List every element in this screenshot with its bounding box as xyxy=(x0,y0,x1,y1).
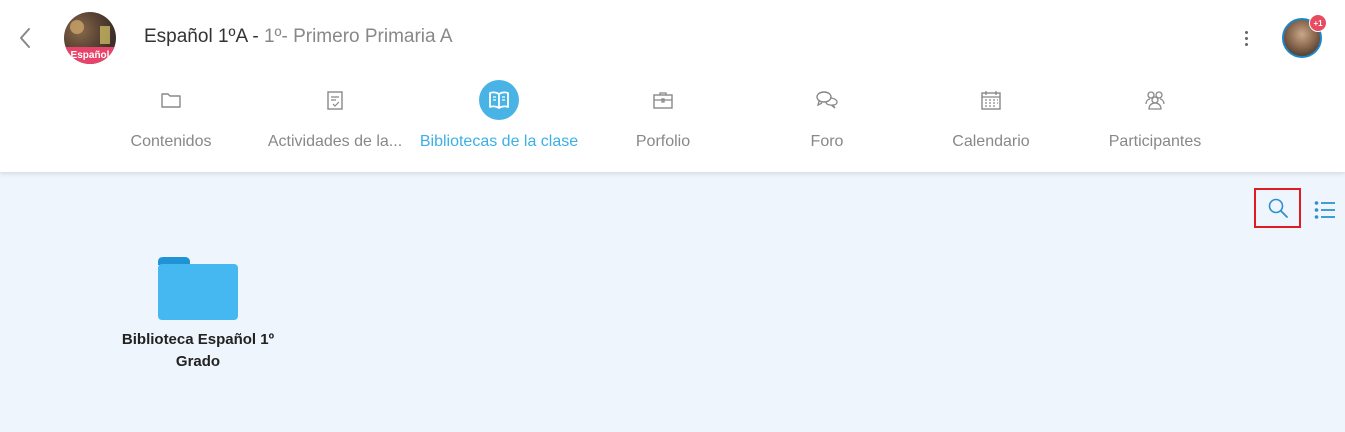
notification-badge[interactable]: +1 xyxy=(1309,14,1327,32)
tab-label: Porfolio xyxy=(635,133,691,150)
tab-actividades[interactable]: Actividades de la... xyxy=(253,78,417,168)
calendar-icon xyxy=(981,91,1001,110)
course-title: Español 1ºA - 1º- Primero Primaria A xyxy=(144,26,453,48)
book-icon xyxy=(489,91,509,109)
top-header: Español Español 1ºA - 1º- Primero Primar… xyxy=(0,0,1345,172)
library-folder[interactable]: Biblioteca Español 1º Grado xyxy=(113,248,283,378)
search-icon xyxy=(1268,198,1288,218)
dot-icon xyxy=(1244,42,1248,46)
folder-icon xyxy=(161,93,181,108)
tab-contenidos[interactable]: Contenidos xyxy=(89,78,253,168)
tab-participantes[interactable]: Participantes xyxy=(1073,78,1237,168)
tab-label: Foro xyxy=(810,133,844,150)
chat-icon xyxy=(816,91,838,109)
tab-foro[interactable]: Foro xyxy=(745,78,909,168)
course-avatar: Español xyxy=(64,12,116,64)
checklist-icon xyxy=(327,91,343,110)
dot-icon xyxy=(1244,36,1248,40)
list-view-button[interactable] xyxy=(1313,198,1337,222)
course-group: 1º- Primero Primaria A xyxy=(263,26,453,47)
folder-label: Biblioteca Español 1º Grado xyxy=(121,331,275,370)
list-view-icon xyxy=(1314,201,1335,219)
tab-porfolio[interactable]: Porfolio xyxy=(581,78,745,168)
tab-label: Contenidos xyxy=(130,133,212,150)
course-tabs: Contenidos Actividades de la... Bibliote… xyxy=(0,78,1345,168)
folder-icon xyxy=(158,257,238,320)
tab-label: Calendario xyxy=(952,133,1030,150)
title-separator: - xyxy=(247,26,264,47)
tab-bibliotecas[interactable]: Bibliotecas de la clase xyxy=(417,78,581,168)
tab-calendario[interactable]: Calendario xyxy=(909,78,1073,168)
back-button[interactable] xyxy=(12,24,38,52)
search-button[interactable] xyxy=(1254,188,1301,228)
course-name: Español 1ºA xyxy=(144,26,248,47)
briefcase-icon xyxy=(653,92,673,109)
people-icon xyxy=(1145,91,1165,110)
tab-label: Actividades de la... xyxy=(267,133,403,150)
course-avatar-label: Español xyxy=(64,47,116,64)
chevron-left-icon xyxy=(20,28,30,48)
dot-icon xyxy=(1244,30,1248,34)
tab-label: Participantes xyxy=(1108,133,1202,150)
tab-label: Bibliotecas de la clase xyxy=(419,133,579,150)
more-options-button[interactable] xyxy=(1236,28,1256,48)
